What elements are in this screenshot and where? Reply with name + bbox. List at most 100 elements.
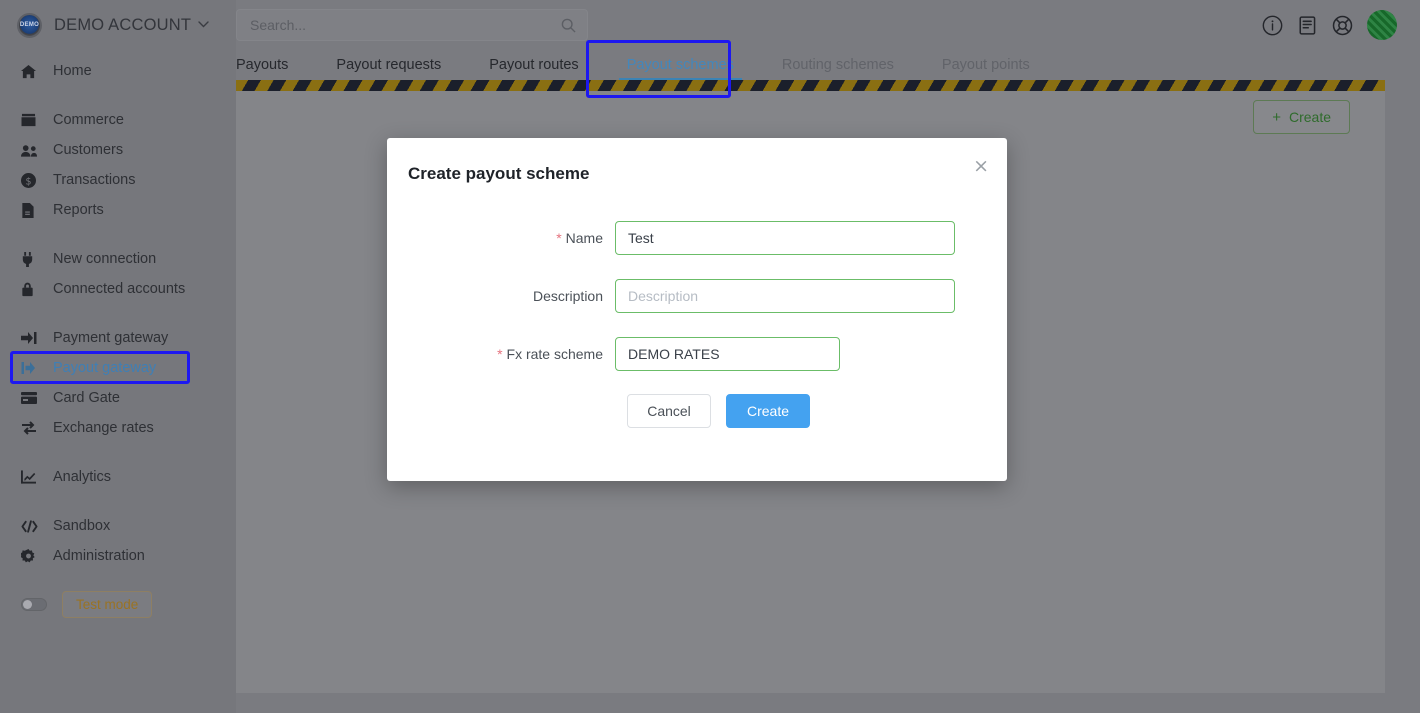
- sidebar-item-label: Connected accounts: [53, 281, 186, 297]
- sidebar-item-label: Transactions: [53, 172, 136, 188]
- fx-rate-scheme-label: * Fx rate scheme: [387, 346, 615, 362]
- sidebar-item-label: Reports: [53, 202, 104, 218]
- form-row-fx-rate-scheme: * Fx rate scheme DEMO RATES: [387, 337, 1007, 371]
- nav-group: Sandbox Administration: [0, 511, 236, 571]
- lock-icon: [21, 281, 43, 297]
- name-label: * Name: [387, 230, 615, 246]
- description-input[interactable]: Description: [615, 279, 955, 313]
- create-submit-button[interactable]: Create: [726, 394, 810, 428]
- chart-line-icon: [21, 469, 43, 485]
- sidebar-item-analytics[interactable]: Analytics: [0, 462, 236, 492]
- sidebar-item-payout-gateway[interactable]: Payout gateway: [0, 353, 236, 383]
- sidebar: DEMO DEMO ACCOUNT Home Commerce Customer…: [0, 0, 236, 713]
- plug-icon: [21, 251, 43, 267]
- required-asterisk: *: [556, 230, 562, 246]
- top-bar-icons: [1262, 10, 1397, 40]
- sidebar-item-label: New connection: [53, 251, 157, 267]
- create-button-label: Create: [1288, 109, 1331, 125]
- tab-payout-requests[interactable]: Payout requests: [312, 57, 465, 81]
- nav-group: Payment gateway Payout gateway Card Gate: [0, 323, 236, 443]
- sidebar-item-label: Card Gate: [53, 390, 120, 406]
- sidebar-nav: Home Commerce Customers $ Transactions R…: [0, 56, 236, 618]
- sidebar-item-commerce[interactable]: Commerce: [0, 105, 236, 135]
- svg-text:$: $: [26, 176, 32, 187]
- users-icon: [21, 142, 43, 158]
- sidebar-item-card-gate[interactable]: Card Gate: [0, 383, 236, 413]
- label-text: Description: [532, 288, 603, 304]
- close-icon[interactable]: ×: [973, 157, 989, 176]
- sidebar-item-label: Payment gateway: [53, 330, 169, 346]
- sidebar-item-connected-accounts[interactable]: Connected accounts: [0, 274, 236, 304]
- name-input[interactable]: Test: [615, 221, 955, 255]
- search-input[interactable]: [248, 16, 561, 34]
- tab-payout-schemes[interactable]: Payout schemes: [603, 57, 758, 81]
- credit-card-icon: [21, 390, 43, 406]
- sidebar-item-exchange-rates[interactable]: Exchange rates: [0, 413, 236, 443]
- home-icon: [21, 63, 43, 79]
- search-box[interactable]: [236, 9, 588, 41]
- fx-rate-scheme-input[interactable]: DEMO RATES: [615, 337, 840, 371]
- dialog-title: Create payout scheme: [408, 164, 590, 183]
- create-payout-scheme-dialog: Create payout scheme × * Name Test Descri…: [387, 138, 1007, 481]
- cancel-button[interactable]: Cancel: [627, 394, 711, 428]
- sidebar-item-customers[interactable]: Customers: [0, 135, 236, 165]
- account-logo-icon: DEMO: [17, 12, 42, 38]
- sidebar-item-label: Analytics: [53, 469, 112, 485]
- sidebar-item-sandbox[interactable]: Sandbox: [0, 511, 236, 541]
- sidebar-item-new-connection[interactable]: New connection: [0, 244, 236, 274]
- app-shell: DEMO DEMO ACCOUNT Home Commerce Customer…: [0, 0, 1420, 713]
- account-name: DEMO ACCOUNT: [54, 15, 192, 34]
- sidebar-item-label: Exchange rates: [53, 420, 154, 436]
- sidebar-item-transactions[interactable]: $ Transactions: [0, 165, 236, 195]
- tab-bar: Payouts Payout requests Payout routes Pa…: [236, 50, 1420, 81]
- sidebar-item-label: Payout gateway: [53, 360, 157, 376]
- nav-divider: [0, 304, 236, 323]
- tab-routing-schemes[interactable]: Routing schemes: [758, 57, 918, 81]
- nav-group: New connection Connected accounts: [0, 244, 236, 304]
- sidebar-item-home[interactable]: Home: [0, 56, 236, 86]
- documentation-icon[interactable]: [1297, 15, 1318, 36]
- nav-group: Home: [0, 56, 236, 86]
- sidebar-item-label: Commerce: [53, 112, 124, 128]
- test-mode-badge[interactable]: Test mode: [62, 591, 153, 618]
- tab-payout-routes[interactable]: Payout routes: [465, 57, 602, 81]
- tab-payout-points[interactable]: Payout points: [918, 57, 1054, 81]
- nav-group: Analytics: [0, 462, 236, 492]
- required-asterisk: *: [497, 346, 503, 362]
- logo-text: DEMO: [19, 22, 40, 28]
- support-lifebuoy-icon[interactable]: [1332, 15, 1353, 36]
- tab-payouts[interactable]: Payouts: [236, 57, 312, 81]
- dollar-circle-icon: $: [21, 172, 43, 188]
- sidebar-item-label: Administration: [53, 548, 145, 564]
- exchange-arrows-icon: [21, 420, 43, 436]
- nav-divider: [0, 492, 236, 511]
- sidebar-item-label: Home: [53, 63, 92, 79]
- form-row-name: * Name Test: [387, 221, 1007, 255]
- test-mode-row: Test mode: [0, 591, 236, 618]
- store-icon: [21, 112, 43, 128]
- report-document-icon: [21, 202, 43, 218]
- user-avatar[interactable]: [1367, 10, 1397, 40]
- sidebar-item-payment-gateway[interactable]: Payment gateway: [0, 323, 236, 353]
- nav-group: Commerce Customers $ Transactions Report…: [0, 105, 236, 225]
- sidebar-item-label: Customers: [53, 142, 124, 158]
- create-button[interactable]: + Create: [1253, 100, 1350, 134]
- nav-divider: [0, 225, 236, 244]
- test-mode-toggle[interactable]: [21, 598, 47, 611]
- chevron-down-icon: [198, 19, 209, 31]
- top-bar: [236, 0, 1420, 50]
- label-text: Fx rate scheme: [506, 346, 603, 362]
- sign-out-arrow-icon: [21, 360, 43, 376]
- plus-icon: +: [1272, 108, 1281, 126]
- gear-icon: [21, 548, 43, 564]
- nav-divider: [0, 443, 236, 462]
- form-row-description: Description Description: [387, 279, 1007, 313]
- description-label: Description: [387, 288, 615, 304]
- account-switcher[interactable]: DEMO DEMO ACCOUNT: [0, 0, 236, 50]
- search-icon[interactable]: [561, 18, 576, 33]
- info-icon[interactable]: [1262, 15, 1283, 36]
- sign-in-arrow-icon: [21, 330, 43, 346]
- hazard-stripe-band: [236, 80, 1385, 91]
- sidebar-item-reports[interactable]: Reports: [0, 195, 236, 225]
- sidebar-item-administration[interactable]: Administration: [0, 541, 236, 571]
